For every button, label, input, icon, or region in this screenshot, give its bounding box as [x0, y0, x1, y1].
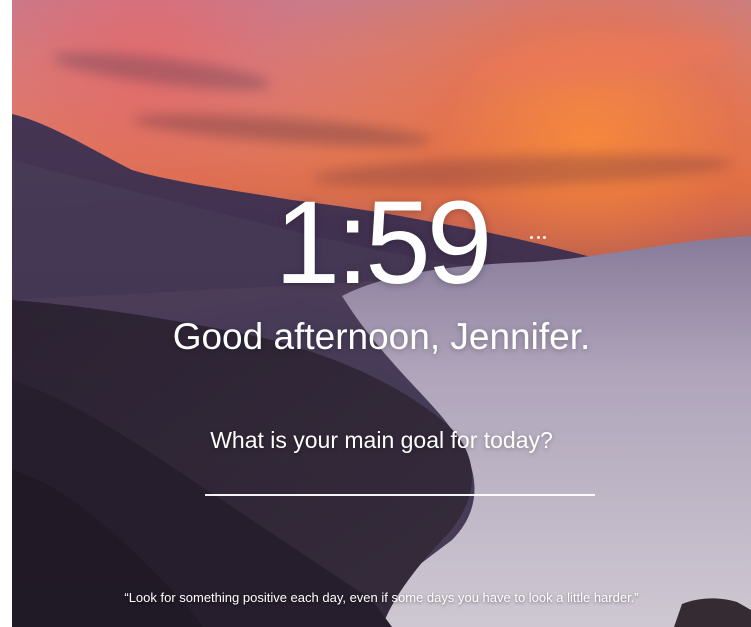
- focus-prompt: What is your main goal for today?: [210, 427, 553, 453]
- ellipsis-dot: [530, 235, 533, 239]
- ellipsis-icon[interactable]: [530, 232, 546, 242]
- dashboard-frame: 1:59 Good afternoon, Jennifer. What is y…: [12, 0, 751, 627]
- ellipsis-dot: [543, 235, 546, 239]
- main-goal-input[interactable]: [205, 462, 595, 496]
- greeting-text: Good afternoon, Jennifer.: [172, 316, 591, 357]
- clock-time: 1:59: [274, 177, 493, 309]
- ellipsis-dot: [536, 235, 540, 239]
- quote-text[interactable]: “Look for something positive each day, e…: [12, 589, 751, 607]
